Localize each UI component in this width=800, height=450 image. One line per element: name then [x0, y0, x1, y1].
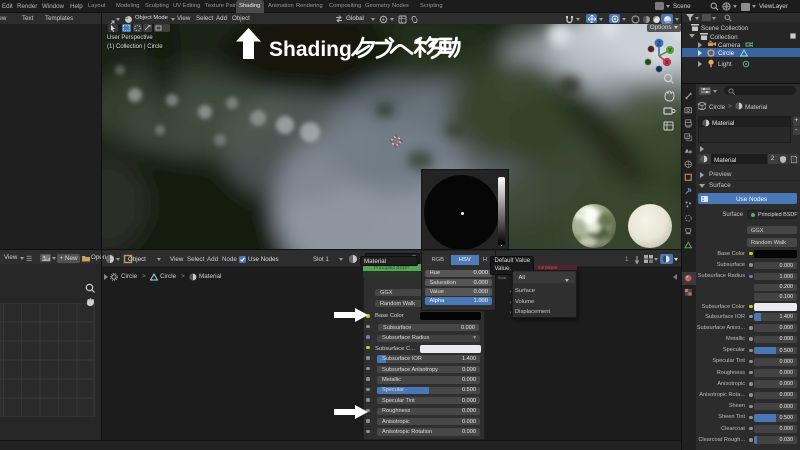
svg-text:Y: Y [668, 49, 672, 55]
svg-text:X: X [665, 61, 669, 67]
svg-text:Shading: Shading [269, 38, 352, 61]
svg-text:Z: Z [657, 42, 661, 48]
